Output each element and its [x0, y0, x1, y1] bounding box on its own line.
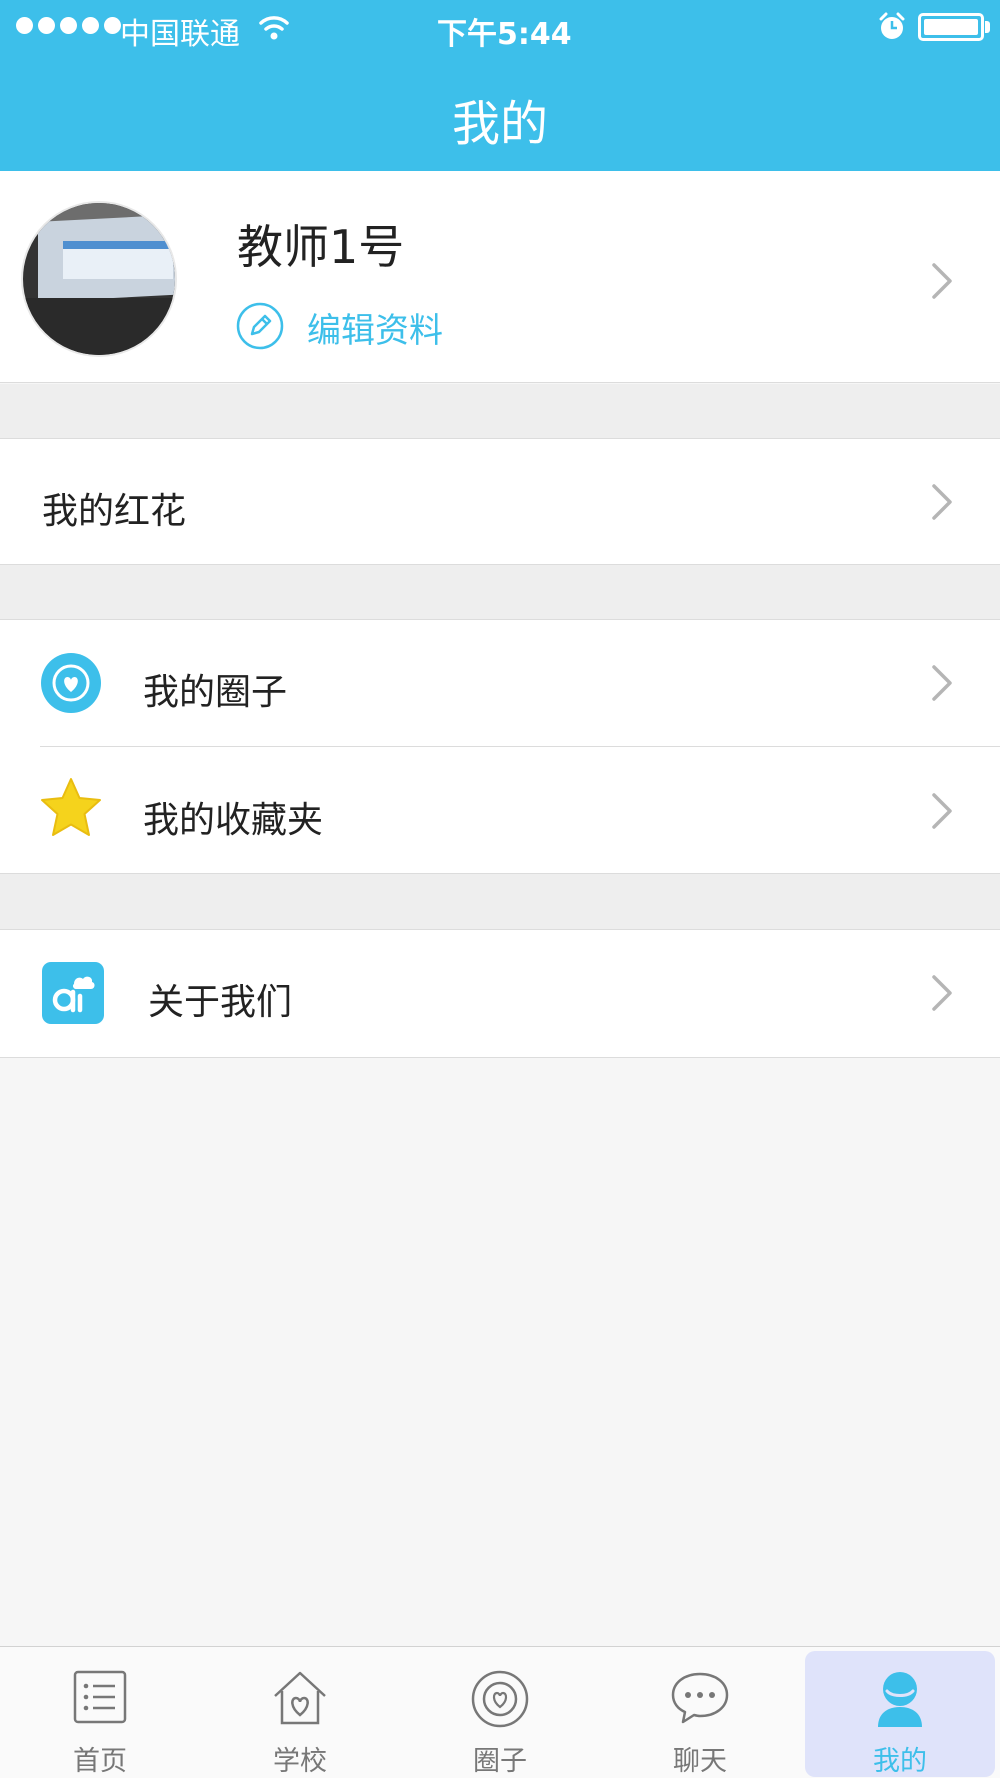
row-divider [40, 746, 1000, 747]
circle-heart-icon [41, 653, 101, 713]
page-title: 我的 [451, 96, 548, 152]
menu-item-label: 关于我们 [148, 982, 293, 1023]
tab-label: 首页 [73, 1746, 127, 1777]
carrier-name: 中国联通 [120, 17, 240, 52]
tab-home[interactable]: 首页 [0, 1647, 200, 1778]
tab-label: 我的 [873, 1746, 927, 1777]
tab-circle[interactable]: 圈子 [400, 1647, 600, 1778]
section-gap [0, 565, 1000, 619]
profile-name: 教师1号 [237, 220, 405, 274]
menu-item-about-us[interactable]: 关于我们 [0, 930, 1000, 1056]
menu-item-favorites[interactable]: 我的收藏夹 [0, 748, 1000, 874]
chevron-right-icon [932, 665, 952, 701]
avatar[interactable] [21, 201, 177, 357]
menu-group-flowers: 我的红花 [0, 438, 1000, 565]
status-bar: 中国联通 下午5:44 [0, 0, 1000, 56]
chat-bubble-icon [671, 1672, 729, 1724]
battery-tip [985, 21, 990, 33]
menu-item-label: 我的圈子 [143, 672, 288, 713]
tab-school[interactable]: 学校 [200, 1647, 400, 1778]
star-icon [41, 778, 101, 836]
wifi-icon [259, 16, 289, 40]
status-time: 下午5:44 [437, 17, 572, 52]
menu-group-about: 关于我们 [0, 929, 1000, 1058]
menu-item-red-flowers[interactable]: 我的红花 [0, 439, 1000, 565]
tab-bar: 首页 学校 圈子 聊天 我的 [0, 1646, 1000, 1778]
signal-strength-icon [16, 17, 121, 34]
menu-group-circle: 我的圈子 我的收藏夹 [0, 619, 1000, 874]
chevron-right-icon [932, 484, 952, 520]
user-icon [878, 1672, 922, 1727]
menu-item-my-circle[interactable]: 我的圈子 [0, 620, 1000, 746]
battery-icon [918, 13, 984, 41]
app-logo-icon [42, 962, 104, 1024]
chevron-right-icon [932, 263, 952, 299]
chevron-right-icon [932, 975, 952, 1011]
alarm-icon [879, 12, 905, 39]
section-gap [0, 874, 1000, 929]
tab-label: 聊天 [673, 1746, 727, 1777]
pencil-icon[interactable] [235, 301, 285, 351]
tab-label: 学校 [273, 1746, 327, 1777]
app-root: 中国联通 下午5:44 我的 教师1号 编辑资料 我的红花 我的圈子 我的收藏夹… [0, 0, 1000, 1778]
tab-chat[interactable]: 聊天 [600, 1647, 800, 1778]
menu-item-label: 我的收藏夹 [143, 800, 324, 841]
profile-card[interactable]: 教师1号 编辑资料 [0, 171, 1000, 383]
menu-item-label: 我的红花 [42, 491, 187, 532]
tab-label: 圈子 [473, 1746, 527, 1777]
school-house-icon [274, 1671, 326, 1725]
circle-heart-icon [471, 1670, 529, 1728]
chevron-right-icon [932, 793, 952, 829]
section-gap [0, 384, 1000, 438]
tab-mine[interactable]: 我的 [805, 1651, 995, 1777]
header: 中国联通 下午5:44 我的 [0, 0, 1000, 171]
list-icon [73, 1670, 127, 1724]
edit-profile-link[interactable]: 编辑资料 [307, 303, 443, 352]
